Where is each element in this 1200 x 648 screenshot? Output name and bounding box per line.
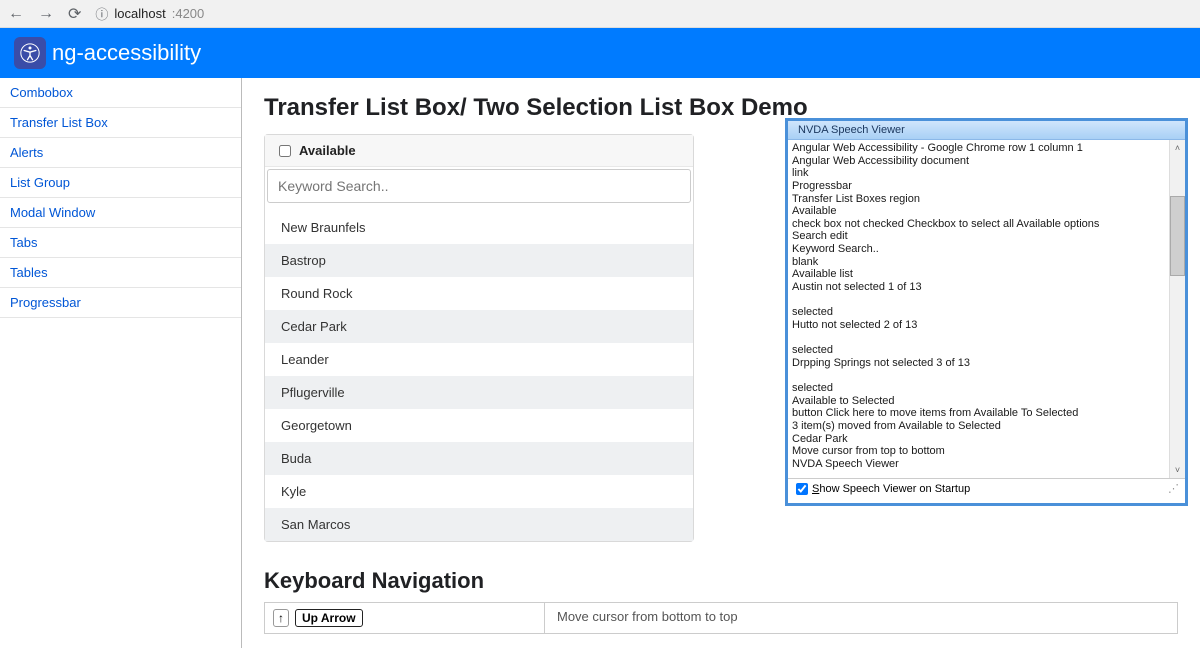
available-panel: Available New BraunfelsBastropRound Rock…: [264, 134, 694, 542]
resize-grip-icon[interactable]: ⋰: [1168, 482, 1177, 495]
scroll-up-icon[interactable]: ˄: [1170, 140, 1185, 156]
nvda-speech-viewer-window[interactable]: NVDA Speech Viewer Angular Web Accessibi…: [785, 118, 1188, 506]
search-input[interactable]: [267, 169, 691, 203]
keyboard-nav-desc: Move cursor from bottom to top: [545, 603, 1177, 633]
nvda-scrollbar[interactable]: ˄ ˅: [1169, 140, 1185, 478]
address-bar[interactable]: ⓘ localhost :4200: [95, 4, 204, 23]
address-host: localhost: [114, 6, 165, 21]
list-item[interactable]: Kyle: [265, 475, 693, 508]
keyboard-nav-key-cell: ↑ Up Arrow: [265, 603, 545, 633]
forward-icon[interactable]: →: [38, 5, 54, 23]
sidebar-item-transfer-list-box[interactable]: Transfer List Box: [0, 108, 241, 138]
nvda-title-bar[interactable]: NVDA Speech Viewer: [788, 121, 1185, 140]
sidebar: ComboboxTransfer List BoxAlertsList Grou…: [0, 78, 242, 648]
sidebar-item-modal-window[interactable]: Modal Window: [0, 198, 241, 228]
sidebar-item-tables[interactable]: Tables: [0, 258, 241, 288]
available-header: Available: [265, 135, 693, 167]
sidebar-item-tabs[interactable]: Tabs: [0, 228, 241, 258]
available-list: New BraunfelsBastropRound RockCedar Park…: [265, 211, 693, 541]
accessibility-logo: [14, 37, 46, 69]
scroll-down-icon[interactable]: ˅: [1170, 462, 1185, 478]
list-item[interactable]: San Marcos: [265, 508, 693, 541]
list-item[interactable]: Pflugerville: [265, 376, 693, 409]
list-item[interactable]: Round Rock: [265, 277, 693, 310]
info-icon: ⓘ: [95, 4, 108, 23]
address-port: :4200: [172, 6, 205, 21]
browser-toolbar: ← → ⟳ ⓘ localhost :4200: [0, 0, 1200, 28]
list-item[interactable]: Buda: [265, 442, 693, 475]
nvda-body: Angular Web Accessibility - Google Chrom…: [788, 140, 1185, 478]
list-item[interactable]: Georgetown: [265, 409, 693, 442]
up-arrow-icon: ↑: [273, 609, 289, 627]
show-on-startup-checkbox[interactable]: [796, 483, 808, 495]
up-arrow-label: Up Arrow: [295, 609, 363, 627]
reload-icon[interactable]: ⟳: [68, 4, 81, 24]
list-item[interactable]: Leander: [265, 343, 693, 376]
list-item[interactable]: Cedar Park: [265, 310, 693, 343]
sidebar-item-combobox[interactable]: Combobox: [0, 78, 241, 108]
sidebar-item-progressbar[interactable]: Progressbar: [0, 288, 241, 318]
nvda-speech-log: Angular Web Accessibility - Google Chrom…: [788, 140, 1185, 473]
nvda-footer: Show Speech Viewer on Startup ⋰: [788, 478, 1185, 498]
available-header-label: Available: [299, 143, 356, 158]
list-item[interactable]: Bastrop: [265, 244, 693, 277]
keyboard-nav-title: Keyboard Navigation: [264, 568, 1178, 594]
sidebar-item-list-group[interactable]: List Group: [0, 168, 241, 198]
scroll-thumb[interactable]: [1170, 196, 1185, 276]
list-item[interactable]: New Braunfels: [265, 211, 693, 244]
sidebar-item-alerts[interactable]: Alerts: [0, 138, 241, 168]
app-title: ng-accessibility: [52, 40, 201, 66]
keyboard-nav-table: ↑ Up Arrow Move cursor from bottom to to…: [264, 602, 1178, 634]
show-on-startup-label: Show Speech Viewer on Startup: [812, 483, 970, 495]
back-icon[interactable]: ←: [8, 5, 24, 23]
select-all-checkbox[interactable]: [279, 145, 291, 157]
app-header: ng-accessibility: [0, 28, 1200, 78]
